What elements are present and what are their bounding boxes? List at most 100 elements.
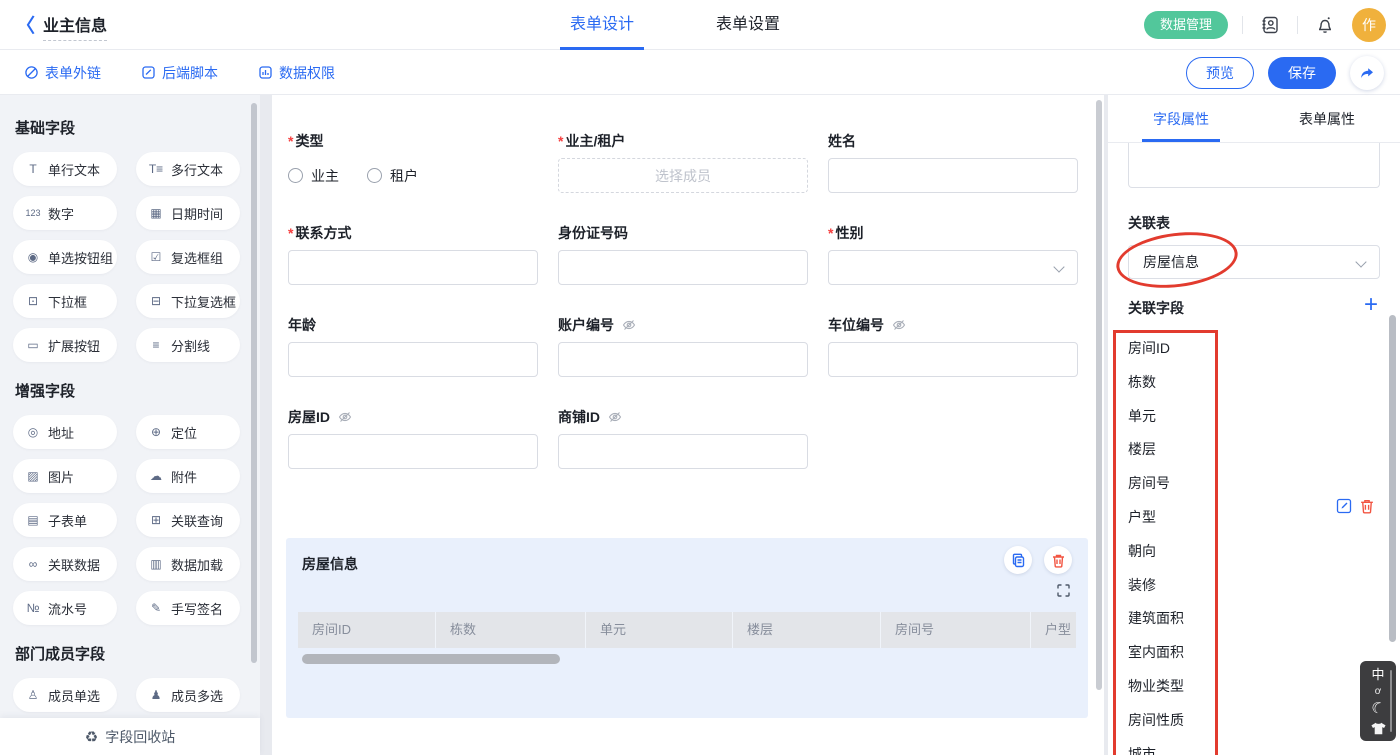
field-item-member-single[interactable]: ♙成员单选 (13, 678, 117, 712)
related-field-item[interactable]: 单元 (1128, 400, 1308, 434)
id-number-input[interactable] (558, 250, 808, 285)
field-type[interactable]: *类型 业主 租户 (288, 131, 538, 193)
field-contact[interactable]: *联系方式 (288, 223, 538, 285)
field-gender[interactable]: *性别 (828, 223, 1078, 285)
name-input[interactable] (828, 158, 1078, 193)
contact-book-icon[interactable] (1257, 12, 1283, 38)
property-textarea[interactable] (1128, 143, 1380, 188)
shop-id-input[interactable] (558, 434, 808, 469)
delete-button[interactable] (1044, 546, 1072, 574)
tab-form-properties[interactable]: 表单属性 (1254, 95, 1400, 142)
field-account-number[interactable]: 账户编号 (558, 315, 808, 377)
enhanced-field-grid: ◎地址 ⊕定位 ▨图片 ☁附件 ▤子表单 ⊞关联查询 ∞关联数据 ▥数据加载 №… (13, 415, 247, 625)
field-shop-id[interactable]: 商铺ID (558, 407, 808, 469)
field-id-number[interactable]: 身份证号码 (558, 223, 808, 285)
house-info-subtable[interactable]: 房屋信息 房间ID 栋数 单元 楼层 房间号 (286, 538, 1088, 718)
section-title-member: 部门成员字段 (15, 643, 247, 664)
related-table-select[interactable]: 房屋信息 (1128, 245, 1380, 279)
field-item-attachment[interactable]: ☁附件 (136, 459, 240, 493)
trash-icon (1051, 553, 1066, 568)
field-item-member-multi[interactable]: ♟成员多选 (136, 678, 240, 712)
related-field-item[interactable]: 房间性质 (1128, 704, 1308, 738)
save-button[interactable]: 保存 (1268, 57, 1336, 89)
field-house-id[interactable]: 房屋ID (288, 407, 538, 469)
member-single-icon: ♙ (24, 688, 42, 702)
field-item-number[interactable]: 123数字 (13, 196, 117, 230)
external-link-button[interactable]: 表单外链 (24, 63, 101, 83)
account-number-input[interactable] (558, 342, 808, 377)
related-field-item[interactable]: 楼层 (1128, 433, 1308, 467)
data-manage-button[interactable]: 数据管理 (1144, 11, 1228, 39)
notification-bell-icon[interactable] (1312, 12, 1338, 38)
field-owner-tenant[interactable]: *业主/租户 选择成员 (558, 131, 808, 193)
field-name[interactable]: 姓名 (828, 131, 1078, 193)
tab-form-design[interactable]: 表单设计 (560, 0, 644, 50)
ime-mark-icon: ơ (1375, 687, 1382, 696)
related-field-item[interactable]: 装修 (1128, 569, 1308, 603)
field-item-radio-group[interactable]: ◉单选按钮组 (13, 240, 117, 274)
house-id-input[interactable] (288, 434, 538, 469)
related-query-icon: ⊞ (147, 513, 165, 527)
add-related-field-button[interactable]: + (1364, 293, 1378, 317)
field-item-checkbox-group[interactable]: ☑复选框组 (136, 240, 240, 274)
field-item-locate[interactable]: ⊕定位 (136, 415, 240, 449)
field-item-dropdown[interactable]: ⊡下拉框 (13, 284, 117, 318)
field-item-serial-number[interactable]: №流水号 (13, 591, 117, 625)
panel-scrollbar[interactable] (1389, 315, 1396, 642)
copy-button[interactable] (1004, 546, 1032, 574)
tab-form-settings[interactable]: 表单设置 (706, 0, 790, 50)
back-button[interactable]: 〈 业主信息 (16, 12, 107, 41)
input-method-widget[interactable]: 中 ơ ☾ (1360, 661, 1396, 741)
field-item-related-query[interactable]: ⊞关联查询 (136, 503, 240, 537)
field-item-multi-dropdown[interactable]: ⊟下拉复选框 (136, 284, 240, 318)
radio-tenant[interactable]: 租户 (367, 166, 418, 186)
field-item-signature[interactable]: ✎手写签名 (136, 591, 240, 625)
field-age[interactable]: 年龄 (288, 315, 538, 377)
expand-icon[interactable] (1057, 584, 1070, 597)
preview-button[interactable]: 预览 (1186, 57, 1254, 89)
related-field-item[interactable]: 栋数 (1128, 366, 1308, 400)
field-item-address[interactable]: ◎地址 (13, 415, 117, 449)
delete-field-button[interactable] (1359, 498, 1375, 514)
edit-field-button[interactable] (1336, 498, 1352, 514)
radio-owner[interactable]: 业主 (288, 166, 339, 186)
sidebar-scrollbar[interactable] (251, 103, 257, 663)
canvas-scrollbar[interactable] (1096, 100, 1102, 690)
field-library-sidebar: 基础字段 T单行文本 T≡多行文本 123数字 ▦日期时间 ◉单选按钮组 ☑复选… (0, 95, 260, 755)
single-line-text-icon: T (24, 162, 42, 176)
field-item-image[interactable]: ▨图片 (13, 459, 117, 493)
backend-script-button[interactable]: 后端脚本 (141, 63, 218, 83)
related-field-item[interactable]: 室内面积 (1128, 636, 1308, 670)
age-input[interactable] (288, 342, 538, 377)
share-button[interactable] (1350, 56, 1384, 90)
member-picker[interactable]: 选择成员 (558, 158, 808, 193)
horizontal-scrollbar[interactable] (302, 654, 560, 664)
basic-field-grid: T单行文本 T≡多行文本 123数字 ▦日期时间 ◉单选按钮组 ☑复选框组 ⊡下… (13, 152, 247, 362)
field-item-extend-button[interactable]: ▭扩展按钮 (13, 328, 117, 362)
column-header: 房间号 (881, 612, 1031, 648)
user-avatar[interactable]: 作 (1352, 8, 1386, 42)
related-field-item[interactable]: 房间ID (1128, 332, 1308, 366)
field-item-single-line-text[interactable]: T单行文本 (13, 152, 117, 186)
data-permission-button[interactable]: 数据权限 (258, 63, 335, 83)
tab-field-properties[interactable]: 字段属性 (1108, 95, 1254, 142)
field-item-data-load[interactable]: ▥数据加载 (136, 547, 240, 581)
designer-tabs: 表单设计 表单设置 (560, 0, 790, 50)
field-item-datetime[interactable]: ▦日期时间 (136, 196, 240, 230)
field-parking-number[interactable]: 车位编号 (828, 315, 1078, 377)
gender-select[interactable] (828, 250, 1078, 285)
related-fields-label: 关联字段 (1128, 298, 1184, 318)
related-field-item[interactable]: 朝向 (1128, 535, 1308, 569)
field-item-subform[interactable]: ▤子表单 (13, 503, 117, 537)
field-recycle-bin[interactable]: ♻ 字段回收站 (0, 718, 260, 755)
related-field-item[interactable]: 建筑面积 (1128, 602, 1308, 636)
related-field-item[interactable]: 房间号 (1128, 467, 1308, 501)
field-item-divider-line[interactable]: ≡分割线 (136, 328, 240, 362)
field-item-multi-line-text[interactable]: T≡多行文本 (136, 152, 240, 186)
contact-input[interactable] (288, 250, 538, 285)
related-field-item[interactable]: 物业类型 (1128, 670, 1308, 704)
related-field-item[interactable]: 城市 (1128, 738, 1308, 755)
field-item-related-data[interactable]: ∞关联数据 (13, 547, 117, 581)
parking-number-input[interactable] (828, 342, 1078, 377)
related-field-item[interactable]: 户型 (1128, 501, 1308, 535)
